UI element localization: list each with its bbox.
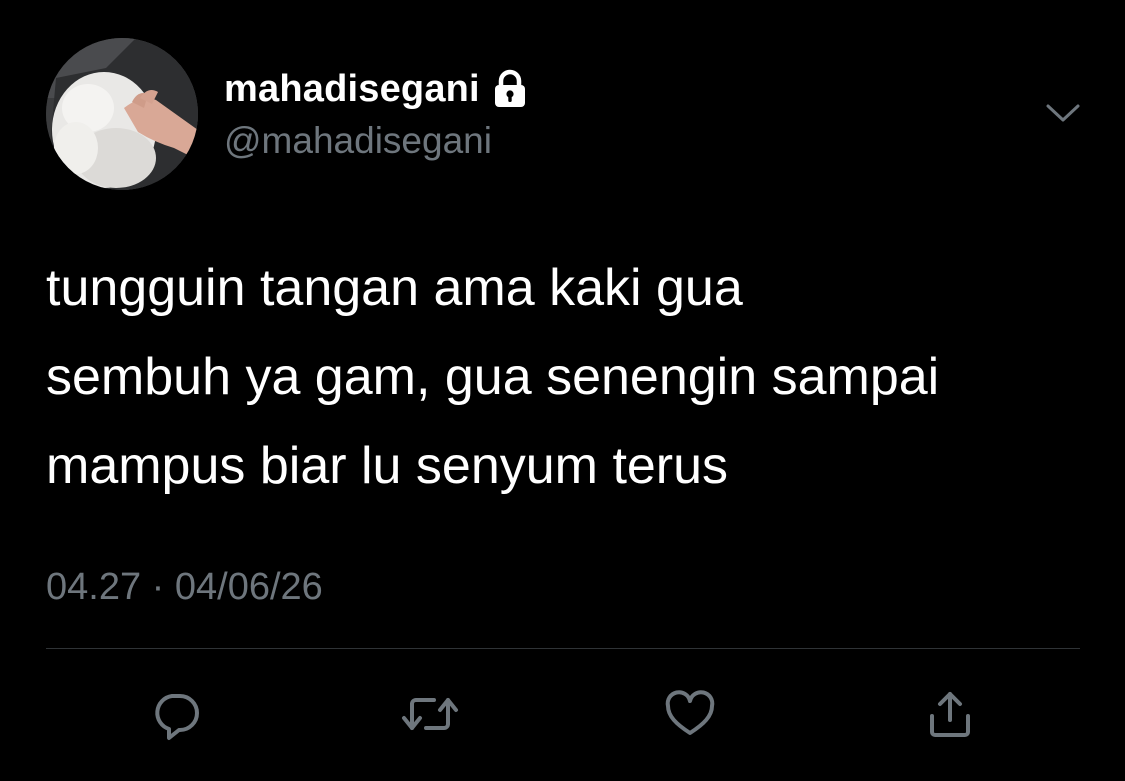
share-button[interactable]: [920, 684, 980, 744]
timestamp-separator: ·: [151, 566, 165, 608]
reply-button[interactable]: [146, 684, 206, 744]
reply-icon: [155, 694, 199, 740]
share-icon: [930, 692, 970, 737]
tweet-time: 04.27: [46, 566, 142, 608]
heart-icon: [665, 690, 715, 735]
retweet-icon: [402, 698, 458, 730]
tweet-text-line: mampus biar lu senyum terus: [46, 437, 729, 495]
lock-icon: [492, 69, 528, 109]
avatar[interactable]: [46, 38, 198, 190]
display-name-row: mahadisegani: [224, 66, 528, 112]
tweet-text-line: tungguin tangan ama kaki gua: [46, 259, 743, 317]
tweet-timestamp[interactable]: 04.27 · 04/06/26: [46, 562, 323, 612]
like-button[interactable]: [660, 684, 720, 744]
user-handle[interactable]: @mahadisegani: [224, 118, 492, 164]
chevron-down-icon[interactable]: [1044, 98, 1082, 130]
tweet-date: 04/06/26: [174, 566, 323, 608]
tweet-text: tungguin tangan ama kaki gua sembuh ya g…: [46, 244, 1086, 511]
tweet-text-line: sembuh ya gam, gua senengin sampai: [46, 348, 940, 406]
divider: [46, 648, 1080, 649]
display-name[interactable]: mahadisegani: [224, 66, 480, 112]
retweet-button[interactable]: [400, 684, 460, 744]
